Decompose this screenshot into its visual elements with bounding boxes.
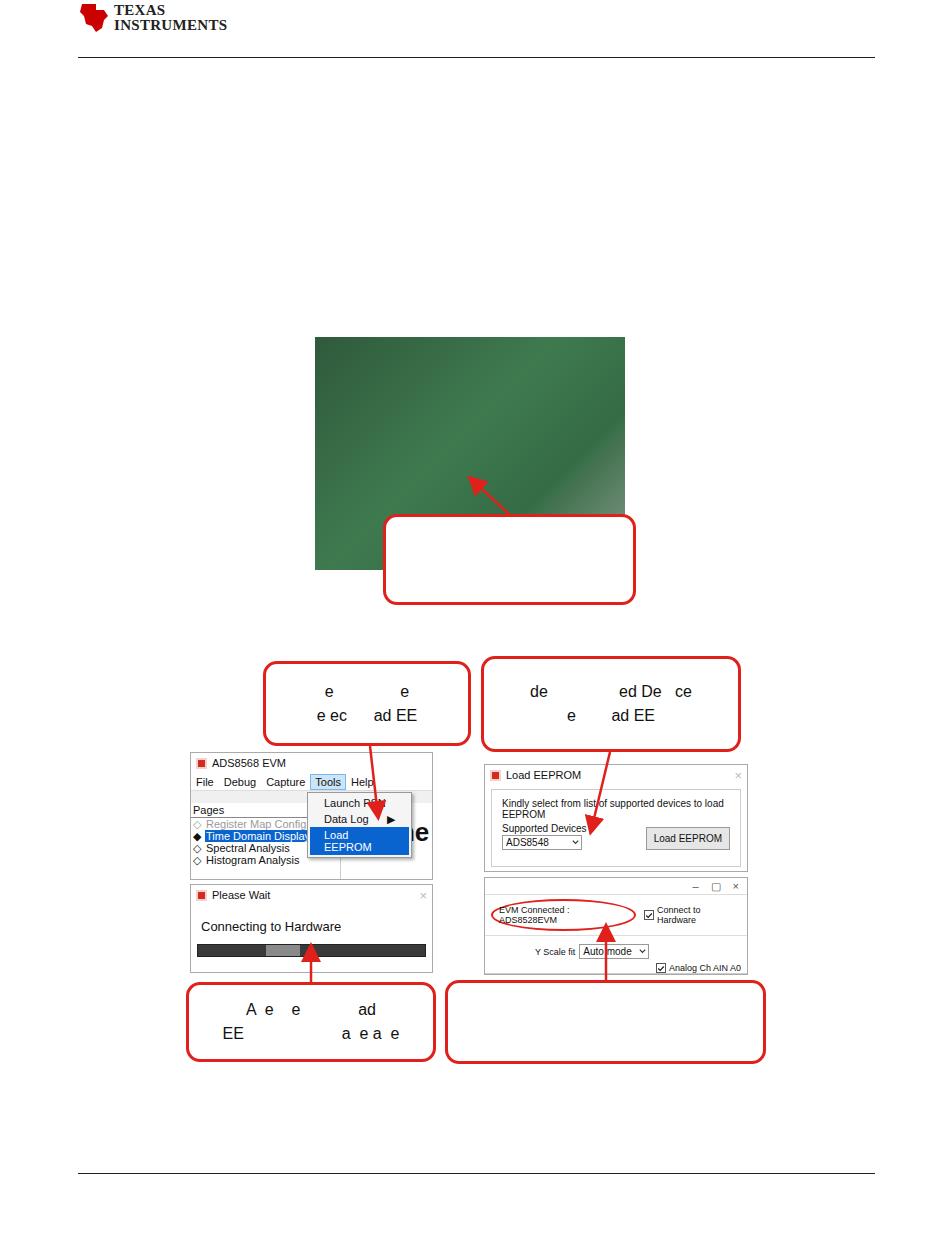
callout-text: e ec ad EE xyxy=(317,704,418,728)
dialog-prompt: Kindly select from list of supported dev… xyxy=(502,798,730,820)
submenu-arrow: ▶ xyxy=(387,813,395,825)
callout: A e e adEE a e a e xyxy=(186,982,436,1062)
app-icon xyxy=(196,758,207,769)
evm-status-window: – ▢ × EVM Connected : ADS8528EVM Connect to … xyxy=(484,877,748,975)
window-control[interactable]: ▢ xyxy=(711,880,721,892)
figure-board-photo xyxy=(315,337,625,570)
figure-software-steps: e ee ec ad EEde ed De cee ad EEADS8568 E… xyxy=(186,656,766,1064)
dialog-title: Please Wait xyxy=(212,889,270,901)
menu-entry[interactable]: Load EEPROM xyxy=(310,827,409,855)
ti-logo-icon xyxy=(78,2,110,34)
checkbox-label: Analog Ch AIN A0 xyxy=(669,963,741,973)
close-button[interactable]: × xyxy=(734,768,742,783)
window-control[interactable]: – xyxy=(692,880,698,892)
page-footer xyxy=(78,1173,875,1174)
arrow-icon xyxy=(606,927,607,980)
arrow-icon xyxy=(591,752,610,831)
channel-checkbox[interactable] xyxy=(656,963,666,973)
window-control[interactable]: × xyxy=(733,880,739,892)
close-button[interactable]: × xyxy=(419,888,427,903)
callout-text: A e e ad xyxy=(246,998,376,1022)
menu-item[interactable]: Capture xyxy=(261,774,310,790)
evm-status: EVM Connected : ADS8528EVM xyxy=(491,899,636,931)
load-eeprom-button[interactable]: Load EEPROM xyxy=(646,827,730,850)
tools-menu: Launch PSNData Log▶Load EEPROM xyxy=(307,792,412,858)
arrow-icon xyxy=(370,746,378,816)
callout: de ed De cee ad EE xyxy=(481,656,741,752)
menu-entry[interactable]: Data Log▶ xyxy=(310,811,409,827)
progress-bar xyxy=(197,944,426,957)
dialog-message: Connecting to Hardware xyxy=(191,905,432,944)
menu-item[interactable]: Help xyxy=(346,774,379,790)
callout-text: EE a e a e xyxy=(223,1022,400,1046)
arrow-overlay xyxy=(186,656,766,1064)
logo-text: INSTRUMENTS xyxy=(114,18,227,33)
load-eeprom-dialog: Load EEPROM × Kindly select from list of s… xyxy=(484,764,748,872)
callout xyxy=(383,514,636,605)
chevron-down-icon xyxy=(571,838,580,847)
menu-item[interactable]: Tools xyxy=(310,774,346,790)
field-label: Supported Devices xyxy=(502,823,587,834)
please-wait-dialog: Please Wait × Connecting to Hardware xyxy=(190,884,433,973)
checkbox-label: Connect to Hardware xyxy=(657,905,741,925)
logo-text: TEXAS xyxy=(114,3,227,18)
field-label: Y Scale fit xyxy=(535,947,575,957)
menu-item[interactable]: File xyxy=(191,774,219,790)
menu-entry[interactable]: Launch PSN xyxy=(310,795,409,811)
page-marker: ◆ xyxy=(193,830,201,842)
chevron-down-icon xyxy=(638,947,647,956)
dialog-title: Load EEPROM xyxy=(506,769,581,781)
window-title: ADS8568 EVM xyxy=(212,757,286,769)
page-marker: ◇ xyxy=(193,818,201,830)
device-select[interactable]: ADS8548 xyxy=(502,835,582,850)
app-icon xyxy=(490,770,501,781)
page-header: TEXASINSTRUMENTS xyxy=(78,0,875,58)
arrow-icon xyxy=(311,947,312,982)
arrow-icon xyxy=(471,479,510,515)
check-icon xyxy=(645,911,653,920)
callout: e ee ec ad EE xyxy=(263,661,471,746)
check-icon xyxy=(657,964,665,973)
app-icon xyxy=(196,890,207,901)
menu-bar: FileDebugCaptureToolsHelp xyxy=(191,773,432,791)
callout-text: e ad EE xyxy=(567,704,655,728)
menu-item[interactable]: Debug xyxy=(219,774,261,790)
page-marker: ◇ xyxy=(193,842,201,854)
y-scale-select[interactable]: Auto mode xyxy=(579,944,649,959)
callout-text: de ed De ce xyxy=(530,680,692,704)
callout-text: e e xyxy=(325,680,409,704)
page-marker: ◇ xyxy=(193,854,201,866)
evm-window: ADS8568 EVMFileDebugCaptureToolsHelpPage… xyxy=(190,752,433,880)
ti-logo: TEXASINSTRUMENTS xyxy=(78,0,227,34)
connect-checkbox[interactable] xyxy=(644,910,654,920)
callout xyxy=(445,980,766,1064)
document-page: TEXASINSTRUMENTSe ee ec ad EEde ed De ce… xyxy=(0,0,950,1237)
